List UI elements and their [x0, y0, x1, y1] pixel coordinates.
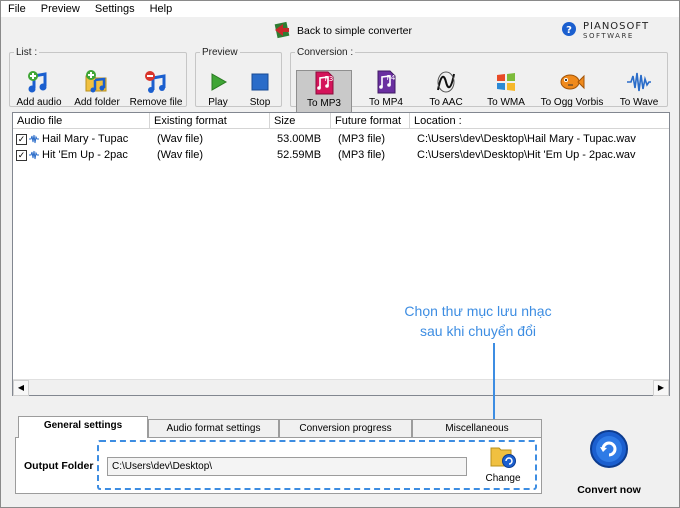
audio-file-name: Hit 'Em Up - 2pac [42, 149, 128, 161]
to-ogg-vorbis-button[interactable]: To Ogg Vorbis [537, 70, 607, 114]
audio-file-name: Hail Mary - Tupac [42, 133, 129, 145]
brand-area: ? PIANOSOFT SOFTWARE [561, 21, 649, 40]
tab-conversion-progress[interactable]: Conversion progress [279, 419, 412, 437]
to-ogg-vorbis-label: To Ogg Vorbis [540, 97, 604, 108]
back-arrow-icon [273, 21, 291, 42]
convert-now-button[interactable]: Convert now [569, 429, 649, 496]
file-size: 53.00MB [277, 133, 322, 145]
play-button[interactable]: Play [202, 70, 234, 114]
horizontal-scrollbar[interactable]: ◀ ▶ [13, 379, 669, 396]
table-row[interactable]: ✓ Hail Mary - Tupac (Wav file) 53.00MB (… [13, 131, 669, 147]
future-format: (MP3 file) [338, 149, 386, 161]
menu-help[interactable]: Help [143, 1, 181, 17]
svg-text:?: ? [566, 25, 572, 36]
list-group-label: List : [16, 47, 38, 58]
menu-preview[interactable]: Preview [34, 1, 88, 17]
output-folder-label: Output Folder [24, 460, 94, 472]
to-aac-button[interactable]: To AAC [421, 70, 471, 114]
menu-settings[interactable]: Settings [88, 1, 143, 17]
preview-group: Preview Play Stop [195, 47, 282, 108]
conversion-group: Conversion : P3 To MP3 P4 To MP4 To AAC … [290, 47, 668, 114]
app-window: File Preview Settings Help Back to simpl… [0, 0, 680, 508]
to-wave-label: To Wave [619, 97, 659, 108]
row-checkbox[interactable]: ✓ [16, 133, 27, 145]
annotation-line-1: Chọn thư mục lưu nhạc [404, 303, 552, 319]
add-audio-button[interactable]: Add audio [15, 70, 63, 114]
back-to-simple-button[interactable]: Back to simple converter [273, 21, 412, 41]
conversion-group-label: Conversion : [297, 47, 354, 58]
column-existing-format[interactable]: Existing format [150, 113, 270, 128]
play-label: Play [208, 97, 228, 108]
preview-group-label: Preview [202, 47, 238, 58]
add-audio-label: Add audio [16, 97, 62, 108]
folder-refresh-icon [489, 442, 517, 473]
brand-sub: SOFTWARE [583, 31, 634, 40]
tab-miscellaneous[interactable]: Miscellaneous [412, 419, 542, 437]
add-folder-label: Add folder [74, 97, 120, 108]
file-size: 52.59MB [277, 149, 322, 161]
tab-general-settings[interactable]: General settings [18, 416, 148, 438]
convert-now-label: Convert now [577, 484, 641, 496]
add-folder-icon [84, 70, 110, 94]
scroll-left-icon[interactable]: ◀ [13, 379, 29, 396]
remove-file-button[interactable]: Remove file [128, 70, 184, 114]
scroll-track[interactable] [29, 380, 653, 395]
annotation-line-2: sau khi chuyển đổi [420, 323, 536, 339]
to-wave-button[interactable]: To Wave [614, 70, 664, 114]
list-group: List : Add audio Add folder Remove file [9, 47, 187, 108]
stop-label: Stop [249, 97, 271, 108]
file-location: C:\Users\dev\Desktop\Hail Mary - Tupac.w… [417, 133, 636, 145]
stop-button[interactable]: Stop [244, 70, 276, 114]
to-mp4-button[interactable]: P4 To MP4 [361, 70, 411, 114]
scroll-right-icon[interactable]: ▶ [653, 379, 669, 396]
change-folder-button[interactable]: Change [485, 442, 521, 490]
existing-format: (Wav file) [157, 149, 204, 161]
change-label: Change [485, 473, 521, 484]
mp3-badge: P3 [325, 75, 334, 83]
add-folder-button[interactable]: Add folder [72, 70, 122, 114]
brand-name: PIANOSOFT [583, 20, 650, 32]
column-location[interactable]: Location : [410, 113, 669, 128]
to-mp4-label: To MP4 [369, 97, 403, 108]
brand-logo: PIANOSOFT SOFTWARE [583, 20, 650, 40]
menu-file[interactable]: File [1, 1, 34, 17]
aac-icon [433, 70, 459, 94]
to-mp3-label: To MP3 [307, 98, 341, 109]
existing-format: (Wav file) [157, 133, 204, 145]
mp4-file-icon: P4 [373, 70, 399, 94]
back-label: Back to simple converter [297, 25, 412, 37]
column-future-format[interactable]: Future format [331, 113, 410, 128]
list-header: Audio file Existing format Size Future f… [13, 113, 669, 129]
help-icon[interactable]: ? [561, 21, 577, 40]
row-checkbox[interactable]: ✓ [16, 149, 27, 161]
column-audio-file[interactable]: Audio file [13, 113, 150, 128]
column-size[interactable]: Size [270, 113, 331, 128]
menu-bar: File Preview Settings Help [1, 1, 679, 17]
to-aac-label: To AAC [429, 97, 463, 108]
tab-audio-format-settings[interactable]: Audio format settings [148, 419, 279, 437]
remove-file-icon [143, 70, 169, 94]
to-wma-label: To WMA [487, 97, 525, 108]
to-mp3-button[interactable]: P3 To MP3 [296, 70, 352, 114]
table-row[interactable]: ✓ Hit 'Em Up - 2pac (Wav file) 52.59MB (… [13, 147, 669, 163]
annotation-callout: Chọn thư mục lưu nhạc sau khi chuyển đổi [378, 301, 578, 341]
audio-file-list[interactable]: Audio file Existing format Size Future f… [12, 112, 670, 396]
audio-wave-icon [29, 150, 39, 160]
future-format: (MP3 file) [338, 133, 386, 145]
convert-icon [589, 429, 629, 472]
audio-wave-icon [29, 134, 39, 144]
stop-icon [247, 70, 273, 94]
file-location: C:\Users\dev\Desktop\Hit 'Em Up - 2pac.w… [417, 149, 636, 161]
general-settings-panel: Output Folder Change [15, 437, 542, 494]
waveform-icon [626, 70, 652, 94]
to-wma-button[interactable]: To WMA [481, 70, 531, 114]
mp3-file-icon: P3 [311, 71, 337, 95]
windows-media-icon [493, 70, 519, 94]
mp4-badge: P4 [387, 74, 396, 82]
ogg-fish-icon [559, 70, 585, 94]
add-audio-icon [26, 70, 52, 94]
play-icon [205, 70, 231, 94]
remove-file-label: Remove file [129, 97, 183, 108]
output-folder-field[interactable] [107, 457, 467, 476]
